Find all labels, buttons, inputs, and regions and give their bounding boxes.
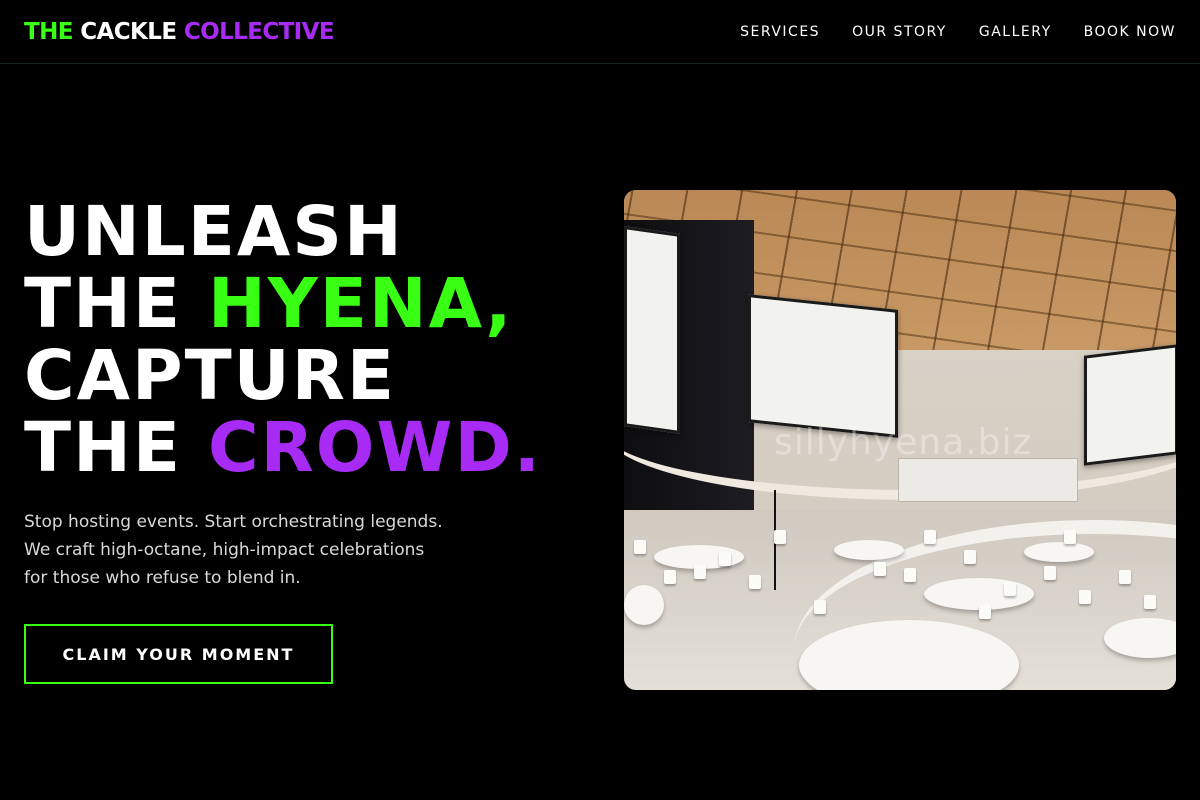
photo-chair [1044, 566, 1056, 580]
photo-chair [1119, 570, 1131, 584]
photo-projection-screen-center [748, 294, 898, 438]
photo-chair [694, 565, 706, 579]
photo-chair [904, 568, 916, 582]
hero-heading-hyena-accent: HYENA, [207, 264, 514, 344]
nav-link-gallery[interactable]: GALLERY [979, 24, 1052, 40]
conference-hall-photo: sillyhyena.biz [624, 190, 1176, 690]
hero-heading-crowd-accent: CROWD. [207, 408, 543, 488]
site-header: THE CACKLE COLLECTIVE SERVICES OUR STORY… [0, 0, 1200, 64]
photo-projection-screen-left [624, 226, 680, 434]
photo-chair [1144, 595, 1156, 609]
photo-chair [1064, 530, 1076, 544]
nav-link-our-story[interactable]: OUR STORY [852, 24, 947, 40]
main-nav: SERVICES OUR STORY GALLERY BOOK NOW [740, 24, 1176, 40]
photo-projection-screen-right [1084, 344, 1176, 466]
photo-chair [1079, 590, 1091, 604]
photo-table [834, 540, 904, 560]
hero-heading-line-2: THE HYENA, [24, 268, 542, 340]
hero-heading-line-3: CAPTURE [24, 336, 396, 416]
nav-link-services[interactable]: SERVICES [740, 24, 820, 40]
photo-chair [924, 530, 936, 544]
photo-stage-screen [898, 458, 1078, 502]
hero-heading: UNLEASH THE HYENA, CAPTURE THE CROWD. [24, 196, 542, 484]
hero-heading-line-1: UNLEASH [24, 192, 404, 272]
logo-word-collective: COLLECTIVE [183, 18, 335, 45]
photo-chair [719, 552, 731, 566]
photo-table [624, 585, 664, 625]
hero-heading-line-2-prefix: THE [24, 264, 208, 344]
hero-heading-line-4-prefix: THE [24, 408, 208, 488]
photo-chair [634, 540, 646, 554]
photo-watermark: sillyhyena.biz [774, 422, 1033, 463]
hero-description-line-3: for those who refuse to blend in. [24, 568, 301, 588]
nav-link-book-now[interactable]: BOOK NOW [1084, 24, 1176, 40]
brand-logo[interactable]: THE CACKLE COLLECTIVE [24, 18, 335, 45]
hero-heading-line-4: THE CROWD. [24, 412, 542, 484]
photo-chair [1004, 582, 1016, 596]
photo-chair [814, 600, 826, 614]
logo-word-the: THE [24, 18, 73, 45]
hero-description-line-1: Stop hosting events. Start orchestrating… [24, 512, 443, 532]
photo-chair [749, 575, 761, 589]
photo-chair [664, 570, 676, 584]
photo-chair [964, 550, 976, 564]
photo-chair [874, 562, 886, 576]
photo-chair [774, 530, 786, 544]
photo-chair [979, 605, 991, 619]
hero-description: Stop hosting events. Start orchestrating… [24, 508, 494, 592]
logo-word-cackle: CACKLE [80, 18, 177, 45]
claim-your-moment-button[interactable]: CLAIM YOUR MOMENT [24, 624, 333, 684]
hero-description-line-2: We craft high-octane, high-impact celebr… [24, 540, 425, 560]
photo-table [1024, 542, 1094, 562]
